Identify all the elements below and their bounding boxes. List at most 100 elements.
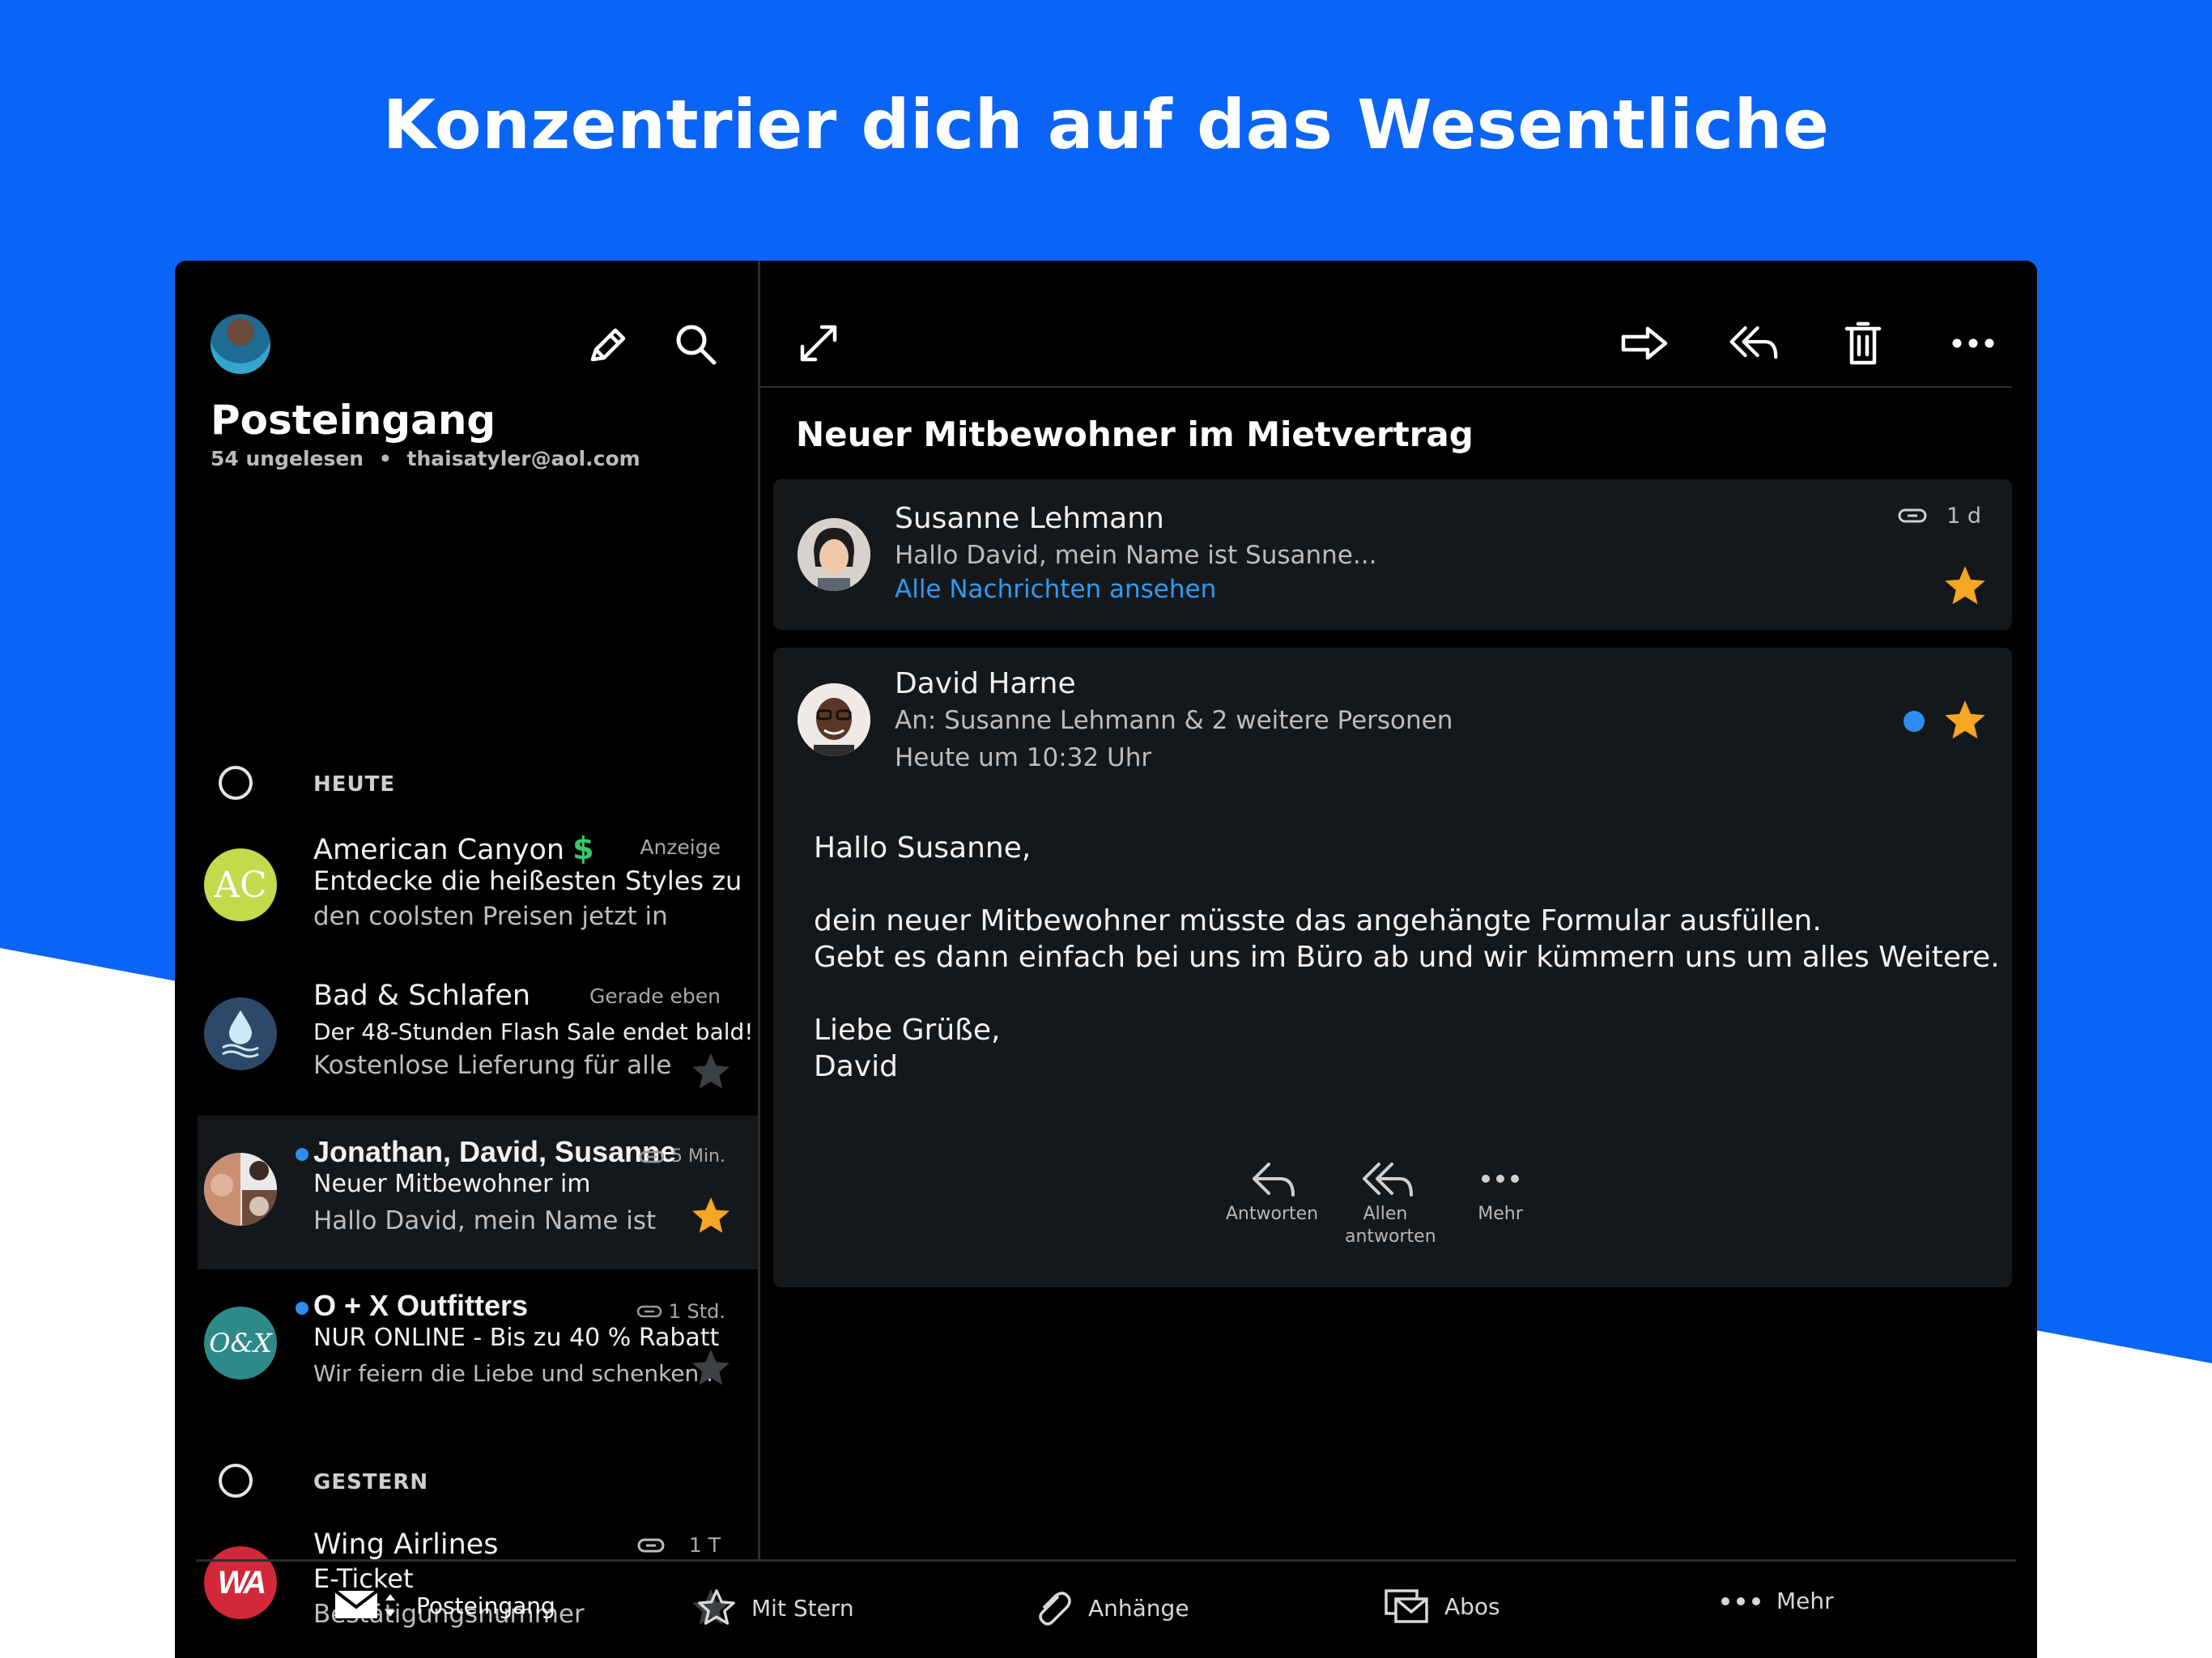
expand-button[interactable] <box>793 317 844 369</box>
star-icon[interactable] <box>1942 563 1988 609</box>
delete-button[interactable] <box>1837 317 1889 369</box>
nav-subscriptions[interactable]: Abos <box>1385 1588 1500 1625</box>
list-item-american-canyon[interactable]: AC American Canyon $ Anzeige Entdecke die… <box>198 811 758 960</box>
nav-starred-label: Mit Stern <box>751 1594 854 1622</box>
account-email: thaisatyler@aol.com <box>406 447 640 470</box>
sender-name: Wing Airlines <box>313 1528 499 1561</box>
mail-time: Gerade eben <box>589 984 721 1008</box>
star-icon[interactable] <box>1942 698 1988 743</box>
reply-label: Antworten <box>1225 1204 1319 1224</box>
reply-all-button[interactable] <box>1727 317 1779 369</box>
list-item-ox-outfitters[interactable]: O&X O + X Outfitters 1 Std. NUR ONLINE -… <box>198 1269 758 1420</box>
headline: Konzentrier dich auf das Wesentliche <box>382 85 1830 164</box>
paperclip-icon <box>1039 1592 1071 1626</box>
recipients[interactable]: An: Susanne Lehmann & 2 weitere Personen <box>895 706 1453 735</box>
nav-starred[interactable]: Mit Stern <box>696 1588 854 1628</box>
group-avatar <box>204 1153 277 1226</box>
reply-all-action[interactable]: Allen antworten <box>1329 1156 1442 1248</box>
message-card-collapsed[interactable]: Susanne Lehmann Hallo David, mein Name i… <box>773 479 2012 630</box>
section-today: HEUTE <box>175 755 758 811</box>
separator: • <box>378 447 392 470</box>
section-label: GESTERN <box>313 1470 429 1494</box>
nav-attachments[interactable]: Anhänge <box>1033 1588 1189 1628</box>
sender-name: American Canyon <box>313 834 565 866</box>
star-icon[interactable] <box>690 1051 732 1093</box>
forward-button[interactable] <box>1619 317 1670 369</box>
unread-dot <box>1904 711 1925 732</box>
mail-subject: NUR ONLINE - Bis zu 40 % Rabatt <box>313 1324 720 1352</box>
nav-attachments-label: Anhänge <box>1088 1594 1189 1622</box>
star-icon[interactable] <box>690 1347 732 1389</box>
message-preview: Hallo David, mein Name ist Susanne... <box>895 541 1377 570</box>
message-time: 1 d <box>1946 504 1981 529</box>
nav-inbox[interactable]: Posteingang <box>334 1588 555 1623</box>
avatar <box>204 997 277 1070</box>
toolbar-divider <box>760 386 2012 388</box>
reading-pane: Neuer Mitbewohner im Mietvertrag Susanne… <box>760 261 2037 1559</box>
message-card-expanded: David Harne An: Susanne Lehmann & 2 weit… <box>773 648 2012 1287</box>
star-icon[interactable] <box>690 1195 732 1237</box>
search-icon <box>676 325 717 365</box>
inbox-subtitle: 54 ungelesen • thaisatyler@aol.com <box>211 447 640 470</box>
compose-button[interactable] <box>585 322 632 369</box>
mail-subject: Neuer Mitbewohner im <box>313 1170 591 1198</box>
view-all-link[interactable]: Alle Nachrichten ansehen <box>895 575 1216 604</box>
section-label: HEUTE <box>313 772 396 797</box>
sender-name: David Harne <box>895 667 1076 700</box>
user-avatar[interactable] <box>211 314 270 374</box>
sender-name: Bad & Schlafen <box>313 980 531 1012</box>
mail-meta: 1 Std. <box>636 1300 725 1323</box>
mail-time: 1 Std. <box>668 1300 725 1323</box>
mail-snippet: Kostenlose Lieferung für alle <box>313 1051 672 1080</box>
select-all-circle[interactable] <box>219 766 253 800</box>
nav-more-label: Mehr <box>1776 1588 1834 1614</box>
avatar-text: O&X <box>209 1328 272 1358</box>
mail-subject: Entdecke die heißesten Styles zu <box>313 865 742 896</box>
pencil-icon <box>590 328 626 362</box>
message-time: Heute um 10:32 Uhr <box>895 743 1152 772</box>
nav-subscriptions-label: Abos <box>1444 1592 1500 1620</box>
inbox-title: Posteingang <box>211 397 496 444</box>
mail-sender: American Canyon $ <box>313 831 594 866</box>
mail-snippet: Wir feiern die Liebe und schenken... <box>313 1360 721 1387</box>
paperclip-icon <box>1898 508 1927 522</box>
list-item-neuer-mitbewohner[interactable]: Jonathan, David, Susanne 5 Min. Neuer Mi… <box>198 1116 758 1269</box>
mail-time: 5 Min. <box>670 1146 725 1167</box>
trash-icon <box>1844 321 1882 365</box>
select-all-circle[interactable] <box>219 1464 253 1498</box>
bottom-nav: Posteingang Mit Stern Anhänge Abos Mehr <box>175 1562 2037 1658</box>
paperclip-icon <box>636 1305 661 1318</box>
message-meta: 1 d <box>1898 504 1981 529</box>
app-window: Posteingang 54 ungelesen • thaisatyler@a… <box>175 261 2037 1658</box>
more-icon <box>1952 338 1994 348</box>
message-body: Hallo Susanne, dein neuer Mitbewohner mü… <box>814 831 2000 1083</box>
reply-all-label: Allen antworten <box>1345 1204 1436 1247</box>
list-item-bad-schlafen[interactable]: Bad & Schlafen Gerade eben Der 48-Stunde… <box>198 960 758 1109</box>
mail-icon <box>334 1589 395 1618</box>
avatar-text: AC <box>214 864 267 906</box>
reply-icon <box>1253 1163 1295 1197</box>
section-yesterday: GESTERN <box>175 1452 758 1509</box>
avatar <box>798 683 870 756</box>
mail-snippet: den coolsten Preisen jetzt in <box>313 902 668 931</box>
dollar-icon: $ <box>572 831 594 866</box>
mail-subject: Der 48-Stunden Flash Sale endet bald! <box>313 1018 754 1045</box>
paperclip-icon <box>637 1538 665 1552</box>
more-button[interactable] <box>1947 317 1999 369</box>
search-button[interactable] <box>672 321 721 369</box>
sender-name: Jonathan, David, Susanne <box>313 1135 677 1168</box>
sender-name: O + X Outfitters <box>313 1289 529 1322</box>
water-drop-icon <box>222 1010 259 1058</box>
reply-action[interactable]: Antworten <box>1215 1156 1329 1226</box>
mail-meta: Gerade eben <box>589 984 721 1008</box>
thread-subject: Neuer Mitbewohner im Mietvertrag <box>796 414 1474 454</box>
mail-meta: 1 T <box>637 1533 721 1557</box>
avatar: O&X <box>204 1307 277 1380</box>
more-icon <box>1482 1175 1519 1183</box>
unread-count: 54 ungelesen <box>211 447 364 470</box>
mail-list-pane: Posteingang 54 ungelesen • thaisatyler@a… <box>175 261 758 1629</box>
unread-dot <box>296 1148 308 1161</box>
more-action[interactable]: Mehr <box>1444 1156 1557 1226</box>
nav-more[interactable]: Mehr <box>1720 1588 1834 1614</box>
sender-name: Susanne Lehmann <box>895 502 1164 535</box>
